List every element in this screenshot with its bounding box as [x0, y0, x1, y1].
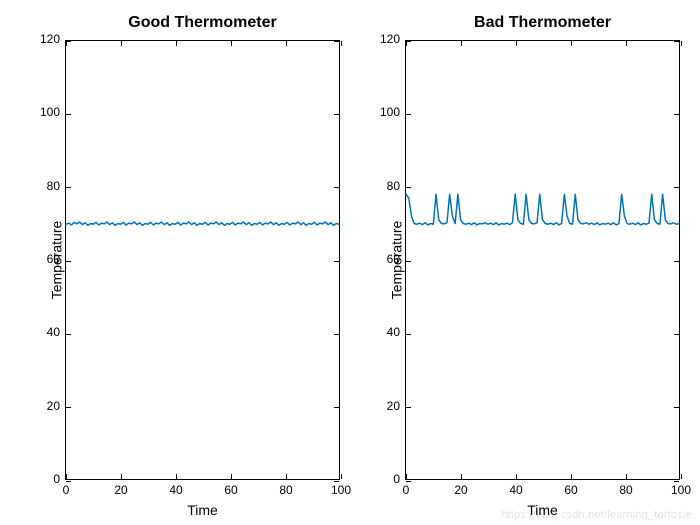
y-axis-label: Temperature [388, 221, 404, 300]
y-tick-label: 100 [40, 105, 66, 119]
y-tick-label: 80 [47, 179, 66, 193]
x-tick-label: 100 [671, 479, 691, 497]
y-tick-label: 40 [387, 325, 406, 339]
y-axis-label: Temperature [48, 221, 64, 300]
x-axis-label: Time [65, 502, 340, 518]
x-tick-label: 100 [331, 479, 351, 497]
x-tick-label: 40 [169, 479, 182, 497]
y-tick-label: 120 [380, 32, 406, 46]
figure: Good Thermometer 02040608010012002040608… [0, 0, 700, 525]
series-path [66, 222, 339, 225]
y-tick-label: 120 [40, 32, 66, 46]
subplot-good-thermometer: Good Thermometer 02040608010012002040608… [65, 40, 340, 480]
x-tick-label: 40 [509, 479, 522, 497]
subplot-bad-thermometer: Bad Thermometer 020406080100120020406080… [405, 40, 680, 480]
chart-title: Good Thermometer [65, 14, 340, 32]
y-tick-label: 40 [47, 325, 66, 339]
x-tick-label: 60 [564, 479, 577, 497]
axes: 020406080100120020406080100 [65, 40, 340, 480]
x-tick-label: 0 [403, 479, 410, 497]
y-tick-label: 20 [47, 399, 66, 413]
x-tick-label: 80 [279, 479, 292, 497]
x-tick-label: 20 [454, 479, 467, 497]
x-tick-label: 20 [114, 479, 127, 497]
y-tick-label: 100 [380, 105, 406, 119]
x-tick-label: 60 [224, 479, 237, 497]
x-tick-label: 80 [619, 479, 632, 497]
x-axis-label: Time [405, 502, 680, 518]
line-series [406, 41, 679, 479]
y-tick-label: 80 [387, 179, 406, 193]
x-tick-label: 0 [63, 479, 70, 497]
line-series [66, 41, 339, 479]
chart-title: Bad Thermometer [405, 14, 680, 32]
y-tick-label: 20 [387, 399, 406, 413]
series-path [406, 194, 679, 225]
axes: 020406080100120020406080100 [405, 40, 680, 480]
